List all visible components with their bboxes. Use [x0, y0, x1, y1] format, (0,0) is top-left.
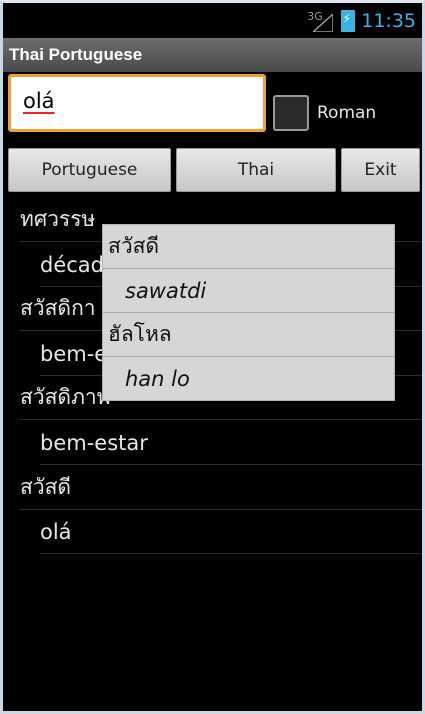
list-item[interactable]: olá	[40, 510, 425, 554]
portuguese-word: bem-estar	[40, 430, 148, 455]
signal-icon: 3G	[307, 10, 335, 32]
app-title: Thai Portuguese	[9, 45, 143, 64]
thai-word: สวัสดี	[20, 475, 72, 499]
portuguese-word: olá	[40, 519, 72, 544]
search-input[interactable]: olá	[8, 74, 266, 132]
thai-word: สวัสดิภาพ	[20, 385, 111, 409]
exit-button[interactable]: Exit	[341, 148, 420, 192]
popup-item-roman[interactable]: han lo	[103, 357, 394, 401]
thai-word: ทศวรรษ	[20, 207, 96, 231]
portuguese-word: bem-e	[40, 341, 108, 366]
roman-checkbox-label: Roman	[317, 103, 377, 123]
roman-checkbox[interactable]	[273, 95, 309, 131]
thai-button[interactable]: Thai	[176, 148, 336, 192]
list-item[interactable]: สวัสดี	[20, 466, 422, 510]
popup-item-thai[interactable]: ฮัลโหล	[103, 313, 394, 357]
popup-item-roman[interactable]: sawatdi	[103, 269, 394, 313]
clock: 11:35	[361, 9, 416, 32]
suggestion-popup: สวัสดี sawatdi ฮัลโหล han lo	[102, 224, 395, 401]
app-title-bar: Thai Portuguese	[3, 38, 422, 72]
search-input-value: olá	[23, 89, 55, 113]
popup-item-thai[interactable]: สวัสดี	[103, 225, 394, 269]
list-item[interactable]: bem-estar	[40, 421, 425, 465]
battery-charging-icon	[341, 9, 356, 32]
thai-word: สวัสดิกา	[20, 296, 96, 320]
portuguese-button[interactable]: Portuguese	[8, 148, 171, 192]
portuguese-word: décad	[40, 252, 104, 277]
status-bar: 3G 11:35	[3, 3, 422, 38]
